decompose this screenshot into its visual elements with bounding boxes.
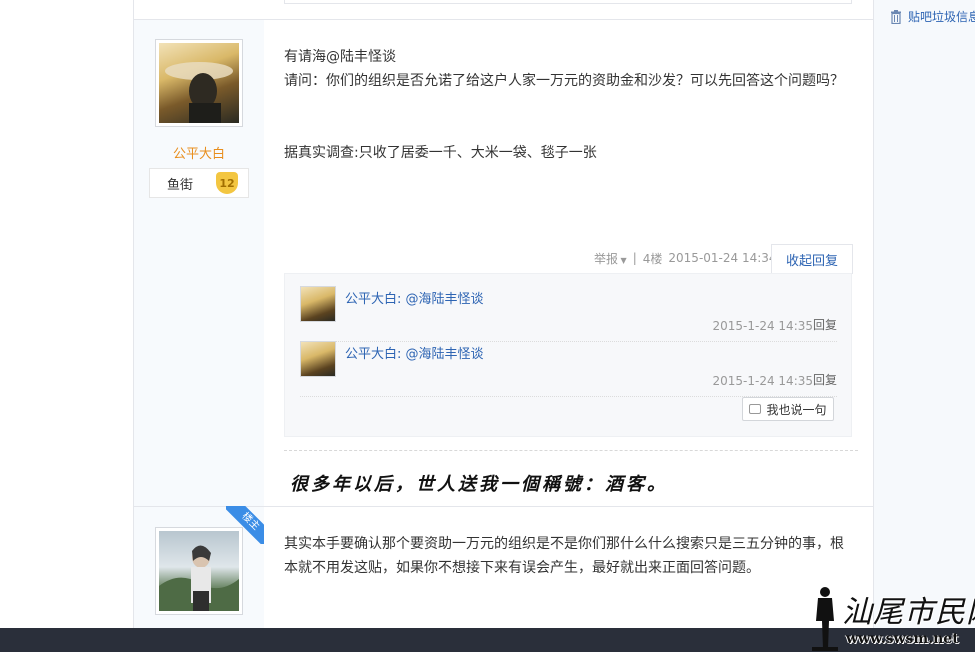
floor-number: 4楼 — [642, 251, 663, 266]
trash-link-label: 贴吧垃圾信息 — [908, 10, 975, 24]
trash-report-link[interactable]: 贴吧垃圾信息 — [890, 8, 975, 25]
reply-time: 2015-1-24 14:35 — [712, 319, 814, 333]
trash-icon — [890, 9, 902, 24]
reply-button[interactable]: 回复 — [813, 316, 837, 333]
level-badge-icon: 12 — [216, 172, 238, 194]
avatar[interactable] — [300, 286, 336, 322]
author-panel: 公平大白 鱼街 12 — [134, 20, 264, 506]
content-line: 有请海@陆丰怪谈 — [284, 49, 396, 65]
reply-button[interactable]: 回复 — [813, 371, 837, 388]
reply-time: 2015-1-24 14:35 — [712, 374, 814, 388]
post-list-page: 贴吧垃圾信息 公平大白 鱼街 12 有请海@陆丰怪谈 请问：你们的组织是否允诺了… — [0, 0, 975, 628]
watermark-name: 汕尾市民网 — [842, 595, 975, 630]
list-item: 公平大白: @海陆丰怪谈 2015-1-24 14:35 回复 — [300, 341, 837, 397]
author-name[interactable]: 公平大白 — [134, 143, 264, 162]
content-line: 据真实调查:只收了居委一千、大米一袋、毯子一张 — [284, 145, 597, 161]
post-time: 2015-01-24 14:34 — [668, 251, 777, 265]
chevron-down-icon: ▼ — [618, 255, 627, 265]
add-reply-label: 我也说一句 — [766, 402, 827, 417]
post-content: 其实本手要确认那个要资助一万元的组织是不是你们那什么什么搜索只是三五分钟的事，根… — [284, 532, 854, 580]
reply-text[interactable]: 公平大白: @海陆丰怪谈 — [345, 343, 484, 362]
thread-starter-badge: 楼主 — [226, 506, 264, 544]
report-label: 举报 — [594, 251, 619, 266]
list-item: 公平大白: @海陆丰怪谈 2015-1-24 14:35 回复 — [300, 286, 837, 342]
badge-label: 楼主 — [226, 506, 264, 544]
user-signature: 很多年以后，世人送我一個稱號：酒客。 — [290, 474, 668, 495]
watermark-url: www.swsm.net — [846, 631, 959, 647]
previous-post-bottom — [284, 0, 852, 4]
figure-icon — [810, 585, 840, 651]
level-name: 鱼街 — [167, 177, 194, 193]
reply-box: 公平大白: @海陆丰怪谈 2015-1-24 14:35 回复 公平大白: @海… — [284, 273, 852, 437]
site-watermark: 汕尾市民网 www.swsm.net — [810, 583, 975, 653]
avatar[interactable] — [155, 39, 243, 127]
meta-divider: | — [632, 251, 637, 265]
avatar-image — [159, 43, 239, 123]
right-column-border — [873, 0, 874, 628]
author-level[interactable]: 鱼街 12 — [149, 168, 249, 198]
speech-bubble-icon — [749, 404, 762, 414]
add-reply-button[interactable]: 我也说一句 — [742, 397, 834, 421]
content-line: 其实本手要确认那个要资助一万元的组织是不是你们那什么什么搜索只是三五分钟的事，根 — [284, 536, 844, 552]
content-line: 请问：你们的组织是否允诺了给这户人家一万元的资助金和沙发？可以先回答这个问题吗？ — [284, 73, 844, 89]
content-line: 本就不用发这贴，如果你不想接下来有误会产生，最好就出来正面回答问题。 — [284, 560, 760, 576]
post-content: 有请海@陆丰怪谈 请问：你们的组织是否允诺了给这户人家一万元的资助金和沙发？可以… — [284, 45, 844, 165]
collapse-replies-button[interactable]: 收起回复 — [771, 244, 853, 274]
report-link[interactable]: 举报 ▼ — [594, 250, 627, 267]
avatar[interactable] — [300, 341, 336, 377]
reply-text[interactable]: 公平大白: @海陆丰怪谈 — [345, 288, 484, 307]
right-sidebar — [874, 0, 975, 628]
signature-divider — [284, 450, 858, 451]
